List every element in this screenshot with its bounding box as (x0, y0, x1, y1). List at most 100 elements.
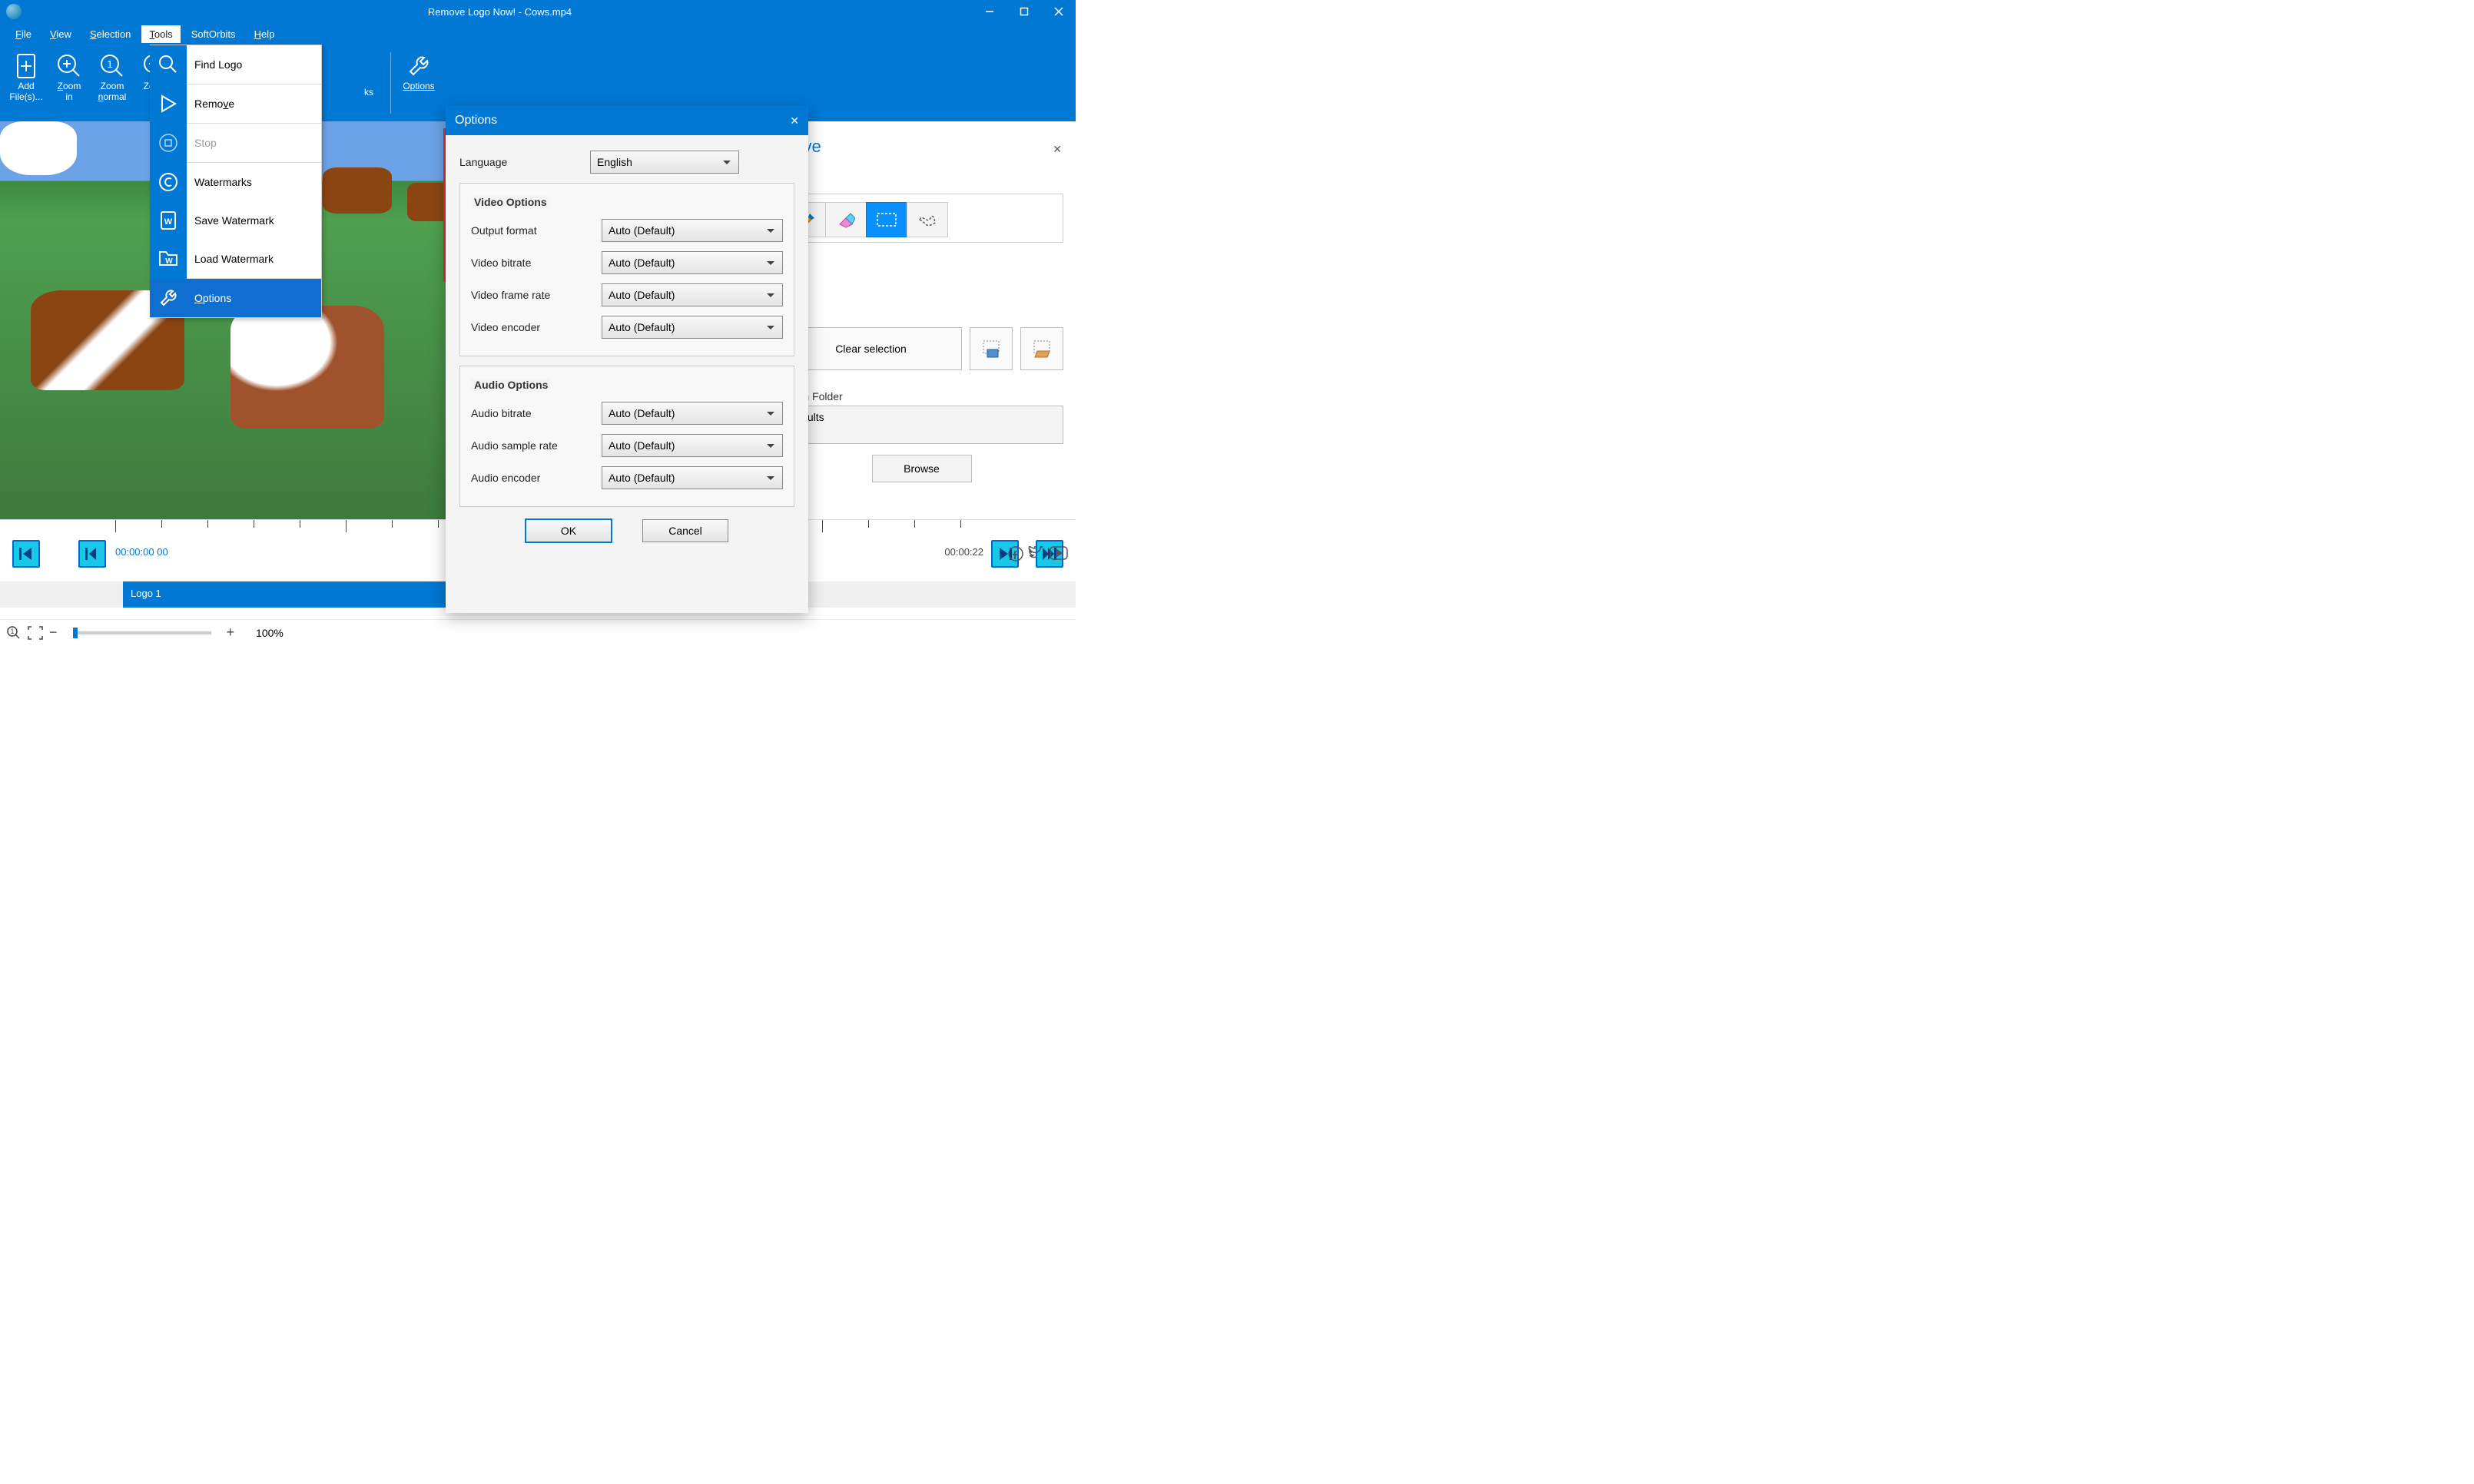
destination-folder-path: Results (780, 406, 1063, 444)
toolbar-separator (390, 52, 391, 114)
dropdown-item-label: Watermarks (194, 176, 252, 188)
svg-text:1: 1 (10, 628, 14, 635)
window-title: Remove Logo Now! - Cows.mp4 (28, 6, 972, 18)
statusbar: 1 − + 100% (0, 619, 1076, 645)
audio-bitrate-label: Audio bitrate (471, 407, 602, 419)
dropdown-remove[interactable]: Remove (150, 84, 321, 123)
youtube-icon[interactable] (1050, 546, 1068, 561)
copyright-icon (150, 163, 187, 201)
skip-start-button[interactable] (12, 540, 40, 568)
language-label: Language (459, 156, 590, 168)
twitter-icon[interactable] (1028, 546, 1045, 561)
video-content (230, 306, 384, 429)
dropdown-item-label: Remove (194, 98, 234, 110)
zoom-normal-icon: 1 (91, 51, 134, 81)
timeline-time-right: 00:00:22 (944, 546, 983, 558)
side-panel: move ✕ s Clear selection nation Folder R… (767, 121, 1076, 519)
zoom-slider[interactable] (73, 631, 211, 634)
wrench-icon (397, 51, 440, 81)
dropdown-item-label: Options (194, 292, 231, 304)
tool-zoom-normal[interactable]: 1 Zoomnormal (91, 45, 134, 103)
audio-samplerate-select[interactable]: Auto (Default) (602, 434, 783, 457)
destination-folder-label: nation Folder (780, 390, 1063, 402)
cancel-button[interactable]: Cancel (642, 519, 728, 542)
dropdown-item-label: Save Watermark (194, 214, 274, 227)
stop-icon (150, 124, 187, 162)
dropdown-stop: Stop (150, 124, 321, 162)
panel-close-button[interactable]: ✕ (1053, 143, 1062, 156)
search-icon (150, 45, 187, 84)
menu-softorbits[interactable]: SoftOrbits (184, 25, 244, 43)
dropdown-options[interactable]: Options (150, 279, 321, 317)
video-options-group: Video Options Output formatAuto (Default… (459, 183, 794, 356)
zoom-in-button[interactable]: + (227, 624, 235, 641)
menu-file[interactable]: File (8, 25, 39, 43)
svg-text:1: 1 (107, 58, 112, 70)
dialog-titlebar[interactable]: Options ✕ (446, 106, 808, 135)
play-icon (150, 84, 187, 123)
ok-button[interactable]: OK (526, 519, 612, 542)
zoom-percent: 100% (256, 627, 284, 639)
audio-encoder-select[interactable]: Auto (Default) (602, 466, 783, 489)
tool-hidden-label[interactable]: ks (353, 45, 384, 98)
video-encoder-select[interactable]: Auto (Default) (602, 316, 783, 339)
language-select[interactable]: English (590, 151, 739, 174)
zoom-tool-icon[interactable]: 1 (6, 625, 22, 641)
maximize-button[interactable] (1007, 0, 1041, 23)
tool-eraser[interactable] (825, 202, 867, 237)
selection-tools-group (780, 194, 1063, 243)
output-format-label: Output format (471, 224, 602, 237)
video-framerate-select[interactable]: Auto (Default) (602, 283, 783, 306)
menu-tools[interactable]: Tools (141, 25, 180, 43)
svg-text:W: W (165, 257, 173, 266)
fit-screen-icon[interactable] (28, 626, 43, 640)
load-selection-button[interactable] (1020, 327, 1063, 370)
tool-options[interactable]: Options (397, 45, 440, 92)
dropdown-item-label: Find Logo (194, 58, 242, 71)
tool-add-files[interactable]: Add File(s)... (5, 45, 48, 103)
audio-bitrate-select[interactable]: Auto (Default) (602, 402, 783, 425)
output-format-select[interactable]: Auto (Default) (602, 219, 783, 242)
tool-rectangle[interactable] (866, 202, 907, 237)
prev-frame-button[interactable] (78, 540, 106, 568)
menu-view[interactable]: View (42, 25, 79, 43)
video-options-legend: Video Options (471, 196, 550, 208)
dropdown-watermarks[interactable]: Watermarks (150, 163, 321, 201)
dropdown-item-label: Stop (194, 137, 217, 149)
plus-document-icon (5, 51, 48, 81)
zoom-out-button[interactable]: − (49, 624, 58, 641)
dropdown-item-label: Load Watermark (194, 253, 274, 265)
video-bitrate-label: Video bitrate (471, 257, 602, 269)
save-selection-button[interactable] (970, 327, 1013, 370)
video-encoder-label: Video encoder (471, 321, 602, 333)
menu-help[interactable]: Help (247, 25, 283, 43)
video-content (323, 167, 392, 214)
close-button[interactable] (1041, 0, 1076, 23)
zoom-slider-thumb[interactable] (73, 628, 78, 638)
browse-button[interactable]: Browse (872, 455, 972, 482)
menu-selection[interactable]: Selection (82, 25, 138, 43)
options-dialog: Options ✕ Language English Video Options… (446, 106, 808, 613)
tool-zoom-in[interactable]: Zoomin (48, 45, 91, 103)
app-icon (6, 4, 22, 19)
video-bitrate-select[interactable]: Auto (Default) (602, 251, 783, 274)
dropdown-save-watermark[interactable]: W Save Watermark (150, 201, 321, 240)
zoom-in-icon (48, 51, 91, 81)
facebook-icon[interactable] (1008, 546, 1023, 561)
wrench-icon (150, 279, 187, 317)
dialog-close-button[interactable]: ✕ (790, 114, 799, 128)
video-content (0, 121, 77, 175)
audio-encoder-label: Audio encoder (471, 472, 602, 484)
audio-options-group: Audio Options Audio bitrateAuto (Default… (459, 366, 794, 507)
minimize-button[interactable] (972, 0, 1007, 23)
timeline-time-left: 00:00:00 00 (115, 546, 168, 558)
dropdown-load-watermark[interactable]: W Load Watermark (150, 240, 321, 278)
svg-text:W: W (164, 217, 173, 227)
audio-samplerate-label: Audio sample rate (471, 439, 602, 452)
load-document-icon: W (150, 240, 187, 278)
tool-freeform[interactable] (907, 202, 948, 237)
titlebar: Remove Logo Now! - Cows.mp4 (0, 0, 1076, 23)
save-document-icon: W (150, 201, 187, 240)
menubar: File View Selection Tools SoftOrbits Hel… (0, 23, 1076, 45)
dropdown-find-logo[interactable]: Find Logo (150, 45, 321, 84)
